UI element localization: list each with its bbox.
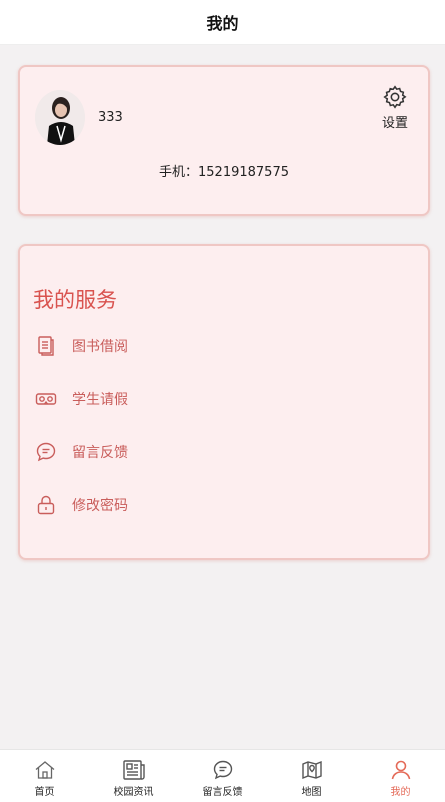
tab-label: 首页 xyxy=(34,787,55,798)
gear-icon xyxy=(383,85,407,109)
tab-home[interactable]: 首页 xyxy=(0,750,89,802)
service-item-student-leave[interactable]: 学生请假 xyxy=(34,382,404,416)
user-icon xyxy=(391,760,410,780)
services-title: 我的服务 xyxy=(33,288,117,312)
tab-mine[interactable]: 我的 xyxy=(356,750,445,802)
username: 333 xyxy=(98,110,123,125)
tab-label: 我的 xyxy=(390,787,411,798)
bottom-tab-bar: 首页 校园资讯 留言反馈 地图 我的 xyxy=(0,749,445,802)
service-label: 图书借阅 xyxy=(72,339,128,355)
tab-campus-news[interactable]: 校园资讯 xyxy=(89,750,178,802)
service-item-book-borrow[interactable]: 图书借阅 xyxy=(34,329,404,363)
avatar[interactable] xyxy=(35,90,85,145)
profile-card: 333 设置 手机：15219187575 xyxy=(18,65,430,216)
lock-icon xyxy=(37,495,55,515)
chat-bubble-icon xyxy=(36,442,56,462)
home-icon xyxy=(35,761,54,779)
tab-feedback[interactable]: 留言反馈 xyxy=(178,750,267,802)
tab-label: 地图 xyxy=(301,787,322,798)
service-item-feedback[interactable]: 留言反馈 xyxy=(34,435,404,469)
settings-button[interactable]: 设置 xyxy=(378,84,412,131)
vr-glasses-icon xyxy=(35,393,57,405)
services-card: 我的服务 图书借阅 学生请假 留言反馈 修改密码 xyxy=(18,244,430,560)
service-item-change-password[interactable]: 修改密码 xyxy=(34,488,404,522)
book-list-icon xyxy=(38,336,54,356)
map-icon xyxy=(301,760,322,780)
tab-label: 留言反馈 xyxy=(202,787,243,798)
phone-number: 手机：15219187575 xyxy=(159,165,289,180)
service-label: 修改密码 xyxy=(72,498,128,514)
page-title: 我的 xyxy=(206,14,239,33)
chat-icon xyxy=(213,760,232,780)
tab-label: 校园资讯 xyxy=(113,787,154,798)
settings-label: 设置 xyxy=(381,116,408,131)
newspaper-icon xyxy=(122,760,145,780)
tab-map[interactable]: 地图 xyxy=(267,750,356,802)
service-label: 留言反馈 xyxy=(72,445,128,461)
service-label: 学生请假 xyxy=(72,392,128,408)
top-navigation-bar: 我的 xyxy=(0,0,445,45)
